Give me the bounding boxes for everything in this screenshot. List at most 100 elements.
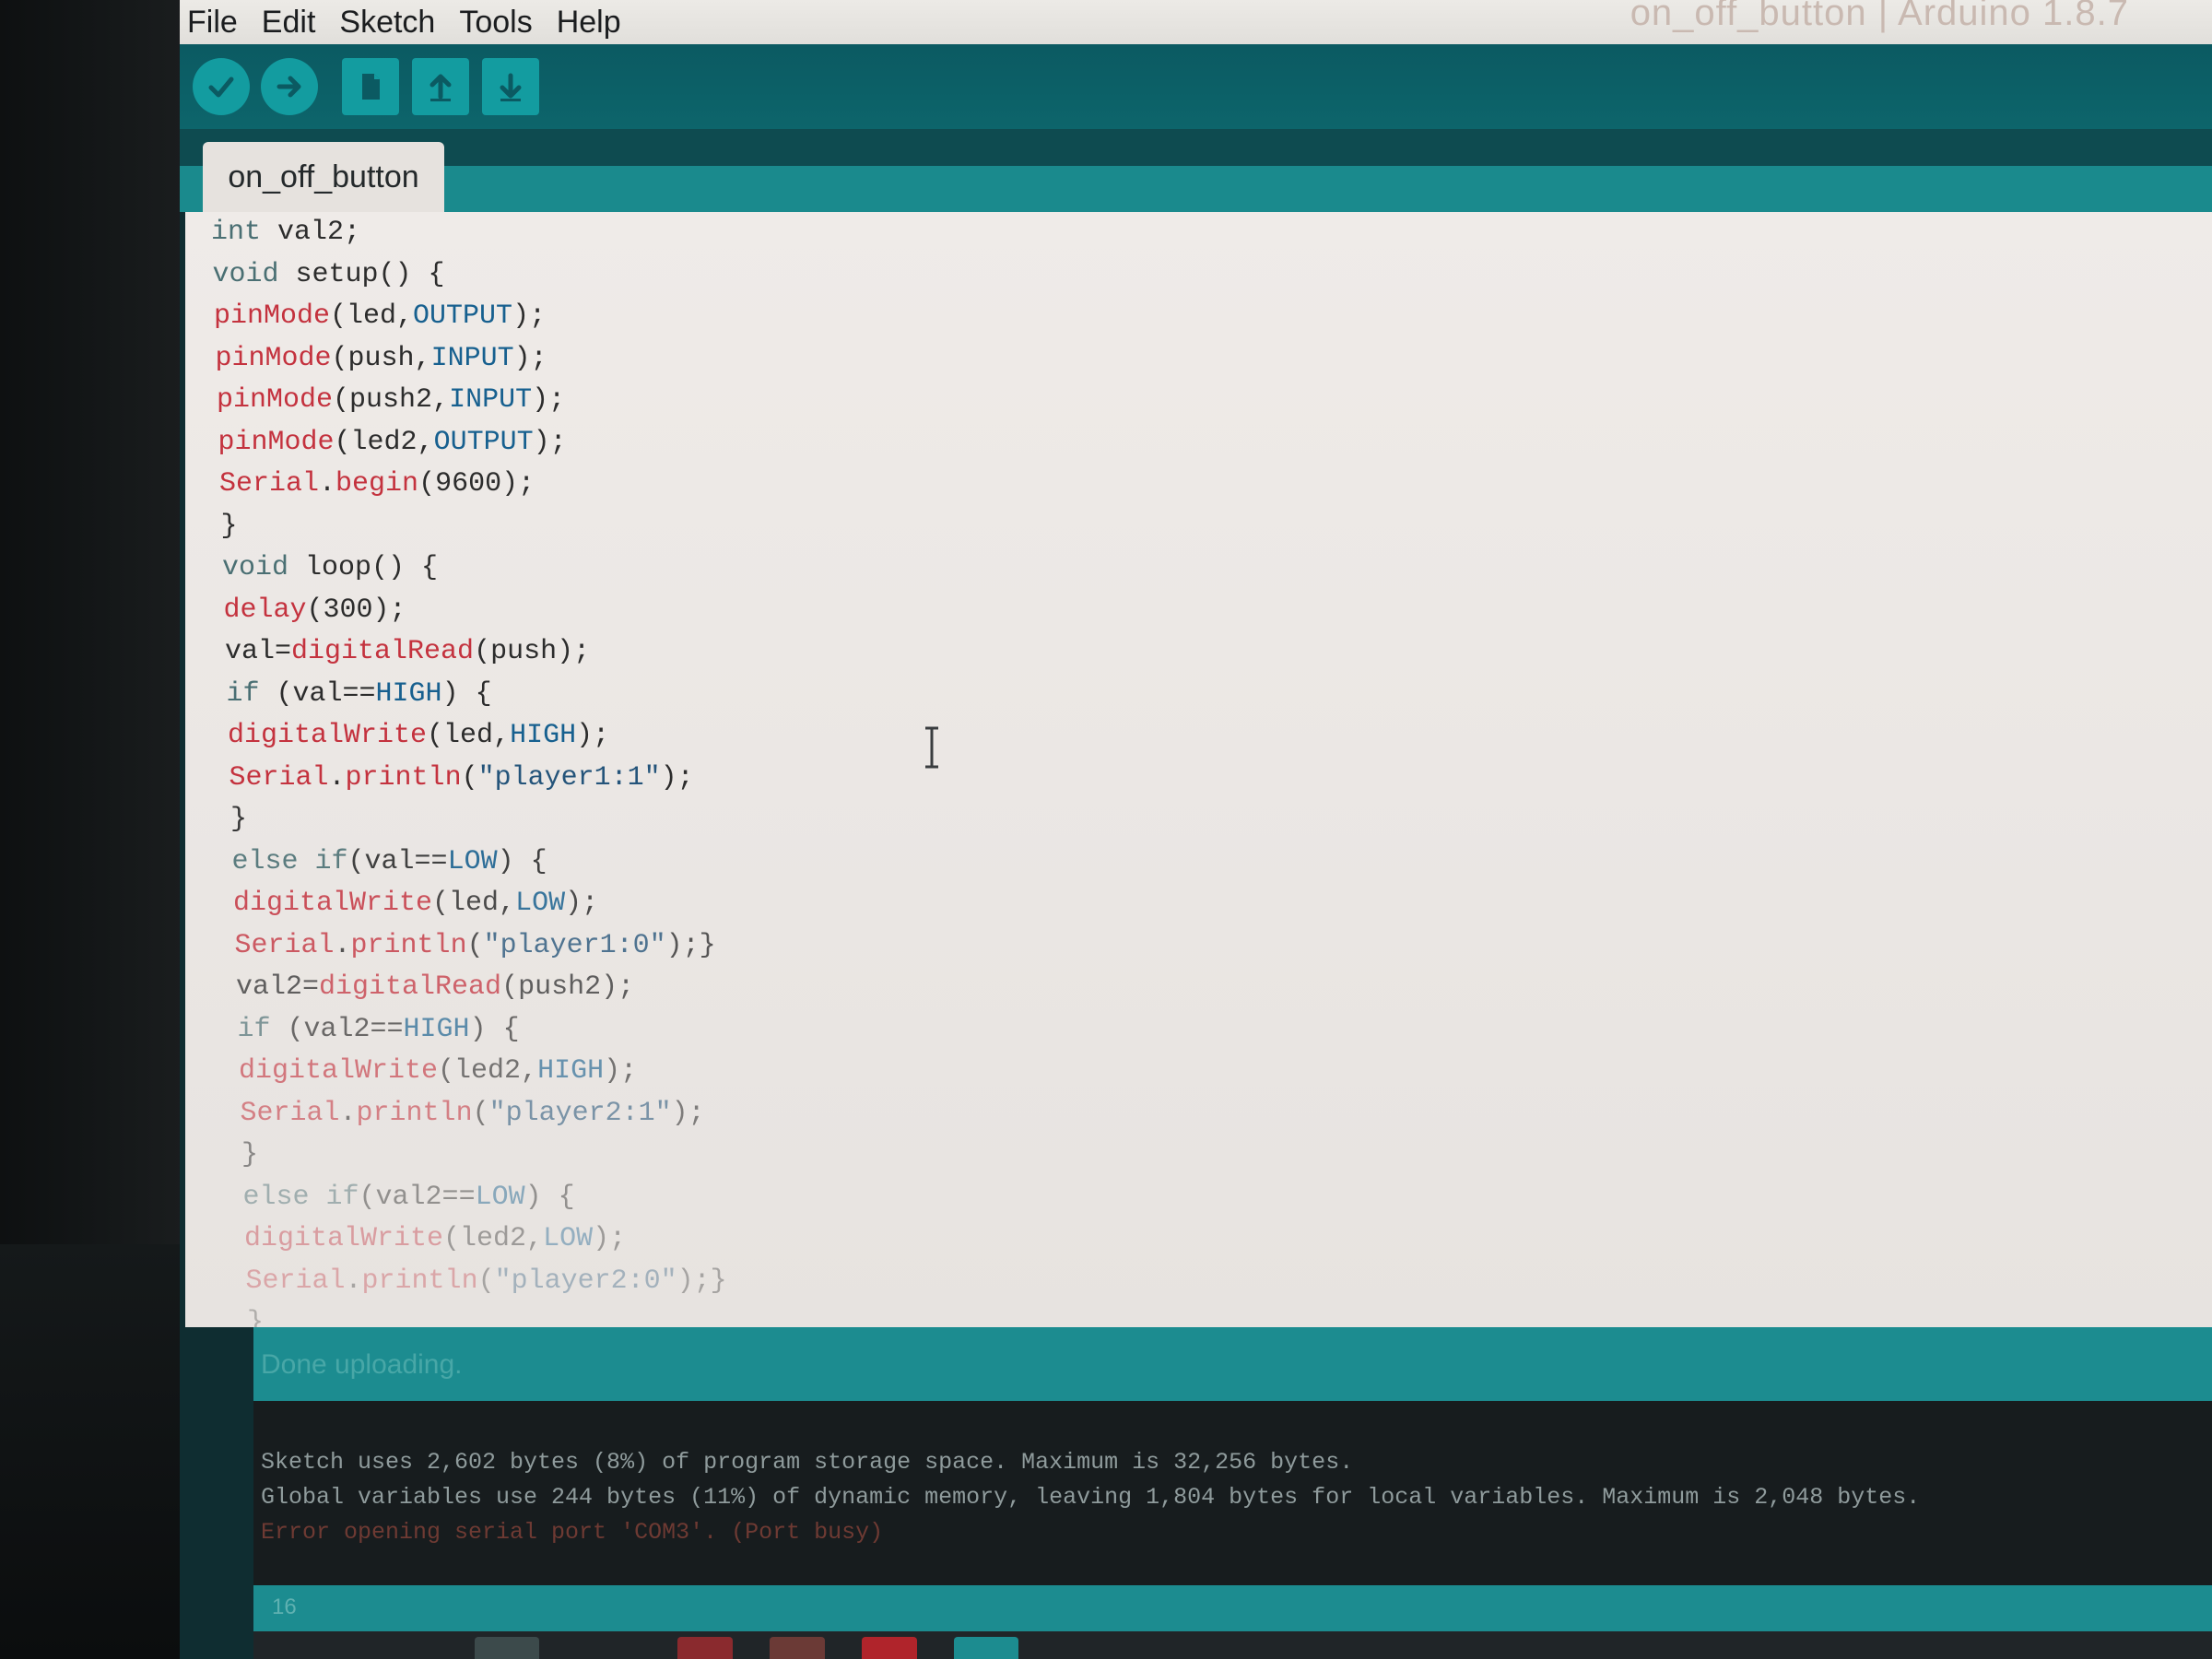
menu-file[interactable]: File bbox=[187, 4, 238, 41]
code-token: pinMode bbox=[214, 300, 331, 332]
line-number: 16 bbox=[272, 1594, 297, 1619]
console-line: Global variables use 244 bytes (11%) of … bbox=[261, 1484, 1921, 1511]
arrow-down-icon bbox=[500, 73, 522, 101]
code-token: pinMode bbox=[217, 384, 334, 416]
taskbar-app-icon[interactable] bbox=[475, 1637, 539, 1659]
code-line[interactable]: Serial.println("player1:0");} bbox=[211, 925, 1686, 968]
code-token: digitalWrite bbox=[228, 720, 428, 751]
document-icon bbox=[362, 74, 380, 100]
code-line[interactable]: pinMode(led,OUTPUT); bbox=[211, 296, 1686, 338]
code-token: );} bbox=[665, 929, 716, 961]
code-line[interactable]: pinMode(led2,OUTPUT); bbox=[211, 422, 1686, 465]
new-sketch-button[interactable] bbox=[342, 58, 399, 115]
code-line[interactable]: else if(val2==LOW) { bbox=[211, 1177, 1686, 1219]
code-token: if bbox=[237, 1013, 271, 1045]
code-token: (push2); bbox=[501, 971, 635, 1003]
menu-help[interactable]: Help bbox=[557, 4, 621, 41]
menu-sketch[interactable]: Sketch bbox=[339, 4, 435, 41]
code-line[interactable]: Serial.println("player2:1"); bbox=[211, 1093, 1686, 1135]
code-token: (val== bbox=[259, 677, 376, 710]
code-token: (led, bbox=[432, 888, 516, 919]
code-token: . bbox=[328, 761, 346, 794]
code-token: (val2== bbox=[359, 1181, 476, 1213]
footer-bar: 16 bbox=[253, 1585, 2212, 1631]
code-token: (push2, bbox=[333, 384, 450, 416]
code-token: ); bbox=[565, 888, 599, 919]
code-token: ); bbox=[513, 342, 547, 374]
code-line[interactable]: } bbox=[211, 799, 1686, 841]
taskbar-app-icon[interactable] bbox=[677, 1637, 733, 1659]
code-line[interactable]: } bbox=[211, 1302, 1686, 1327]
code-line[interactable]: void setup() { bbox=[211, 254, 1686, 297]
code-editor[interactable]: int val2; void setup() {pinMode(led,OUTPU… bbox=[185, 212, 2212, 1327]
tab-on-off-button[interactable]: on_off_button bbox=[203, 142, 444, 212]
code-token: void bbox=[222, 552, 289, 583]
code-token: ( bbox=[477, 1265, 495, 1297]
code-token: "player1:0" bbox=[483, 929, 666, 961]
code-token: . bbox=[345, 1265, 362, 1297]
code-token: ) { bbox=[441, 677, 492, 710]
code-token: ); bbox=[532, 384, 566, 416]
code-line[interactable]: void loop() { bbox=[211, 547, 1686, 590]
code-line[interactable]: val2=digitalRead(push2); bbox=[211, 967, 1686, 1009]
code-token: } bbox=[230, 804, 248, 835]
code-token: "player2:1" bbox=[488, 1097, 672, 1129]
code-token: println bbox=[361, 1265, 478, 1297]
code-token: Serial bbox=[219, 468, 320, 500]
code-line[interactable]: Serial.println("player1:1"); bbox=[211, 758, 1686, 800]
code-line[interactable]: } bbox=[211, 1135, 1686, 1177]
code-token: ( bbox=[461, 761, 478, 794]
code-token: "player2:0" bbox=[494, 1265, 677, 1297]
code-token: ); bbox=[671, 1097, 705, 1129]
code-line[interactable]: Serial.println("player2:0");} bbox=[211, 1261, 1686, 1303]
code-line[interactable]: val=digitalRead(push); bbox=[211, 631, 1686, 674]
code-token: (led2, bbox=[438, 1055, 538, 1087]
code-token: digitalWrite bbox=[244, 1223, 444, 1254]
code-line[interactable]: delay(300); bbox=[211, 590, 1686, 632]
code-line[interactable]: if (val==HIGH) { bbox=[211, 674, 1686, 716]
arduino-ide-window: File Edit Sketch Tools Help on_off_butto… bbox=[180, 0, 2212, 1659]
code-token: (val2== bbox=[270, 1013, 404, 1045]
code-text[interactable]: int val2; void setup() {pinMode(led,OUTPU… bbox=[211, 212, 1686, 1327]
save-button[interactable] bbox=[482, 58, 539, 115]
code-token: ); bbox=[512, 300, 547, 332]
upload-button[interactable] bbox=[261, 58, 318, 115]
code-token: INPUT bbox=[430, 342, 514, 374]
code-token: . bbox=[339, 1097, 357, 1129]
menu-edit[interactable]: Edit bbox=[262, 4, 316, 41]
code-line[interactable]: digitalWrite(led,LOW); bbox=[211, 883, 1686, 925]
code-token: (led2, bbox=[443, 1223, 544, 1254]
code-token: ); bbox=[604, 1055, 638, 1087]
code-line[interactable]: digitalWrite(led,HIGH); bbox=[211, 715, 1686, 758]
code-token: ); bbox=[660, 761, 694, 794]
taskbar-app-icon[interactable] bbox=[770, 1637, 825, 1659]
code-line[interactable]: Serial.begin(9600); bbox=[211, 464, 1686, 506]
code-token: (9600); bbox=[418, 468, 535, 500]
verify-button[interactable] bbox=[193, 58, 250, 115]
code-line[interactable]: else if(val==LOW) { bbox=[211, 841, 1686, 884]
code-token: (led, bbox=[330, 300, 414, 332]
code-line[interactable]: pinMode(push,INPUT); bbox=[211, 338, 1686, 381]
open-button[interactable] bbox=[412, 58, 469, 115]
code-line[interactable]: } bbox=[211, 506, 1686, 548]
console-output: Sketch uses 2,602 bytes (8%) of program … bbox=[253, 1401, 2212, 1585]
code-line[interactable]: int val2; bbox=[211, 212, 1686, 254]
code-token: ( bbox=[466, 929, 484, 961]
code-line[interactable]: digitalWrite(led2,LOW); bbox=[211, 1218, 1686, 1261]
code-token: } bbox=[220, 510, 238, 542]
menu-tools[interactable]: Tools bbox=[459, 4, 532, 41]
code-line[interactable]: if (val2==HIGH) { bbox=[211, 1009, 1686, 1052]
menu-bar: File Edit Sketch Tools Help on_off_butto… bbox=[180, 0, 2212, 44]
code-token: val2; bbox=[261, 217, 361, 248]
toolbar bbox=[180, 44, 2212, 129]
code-token: println bbox=[345, 761, 462, 794]
taskbar-app-icon[interactable] bbox=[862, 1637, 917, 1659]
code-token: else bbox=[242, 1181, 310, 1213]
code-line[interactable]: pinMode(push2,INPUT); bbox=[211, 380, 1686, 422]
code-line[interactable]: digitalWrite(led2,HIGH); bbox=[211, 1051, 1686, 1093]
taskbar-arduino-icon[interactable] bbox=[954, 1637, 1018, 1659]
code-token: INPUT bbox=[449, 384, 533, 416]
code-token: (led, bbox=[427, 720, 511, 751]
check-icon bbox=[208, 76, 234, 98]
